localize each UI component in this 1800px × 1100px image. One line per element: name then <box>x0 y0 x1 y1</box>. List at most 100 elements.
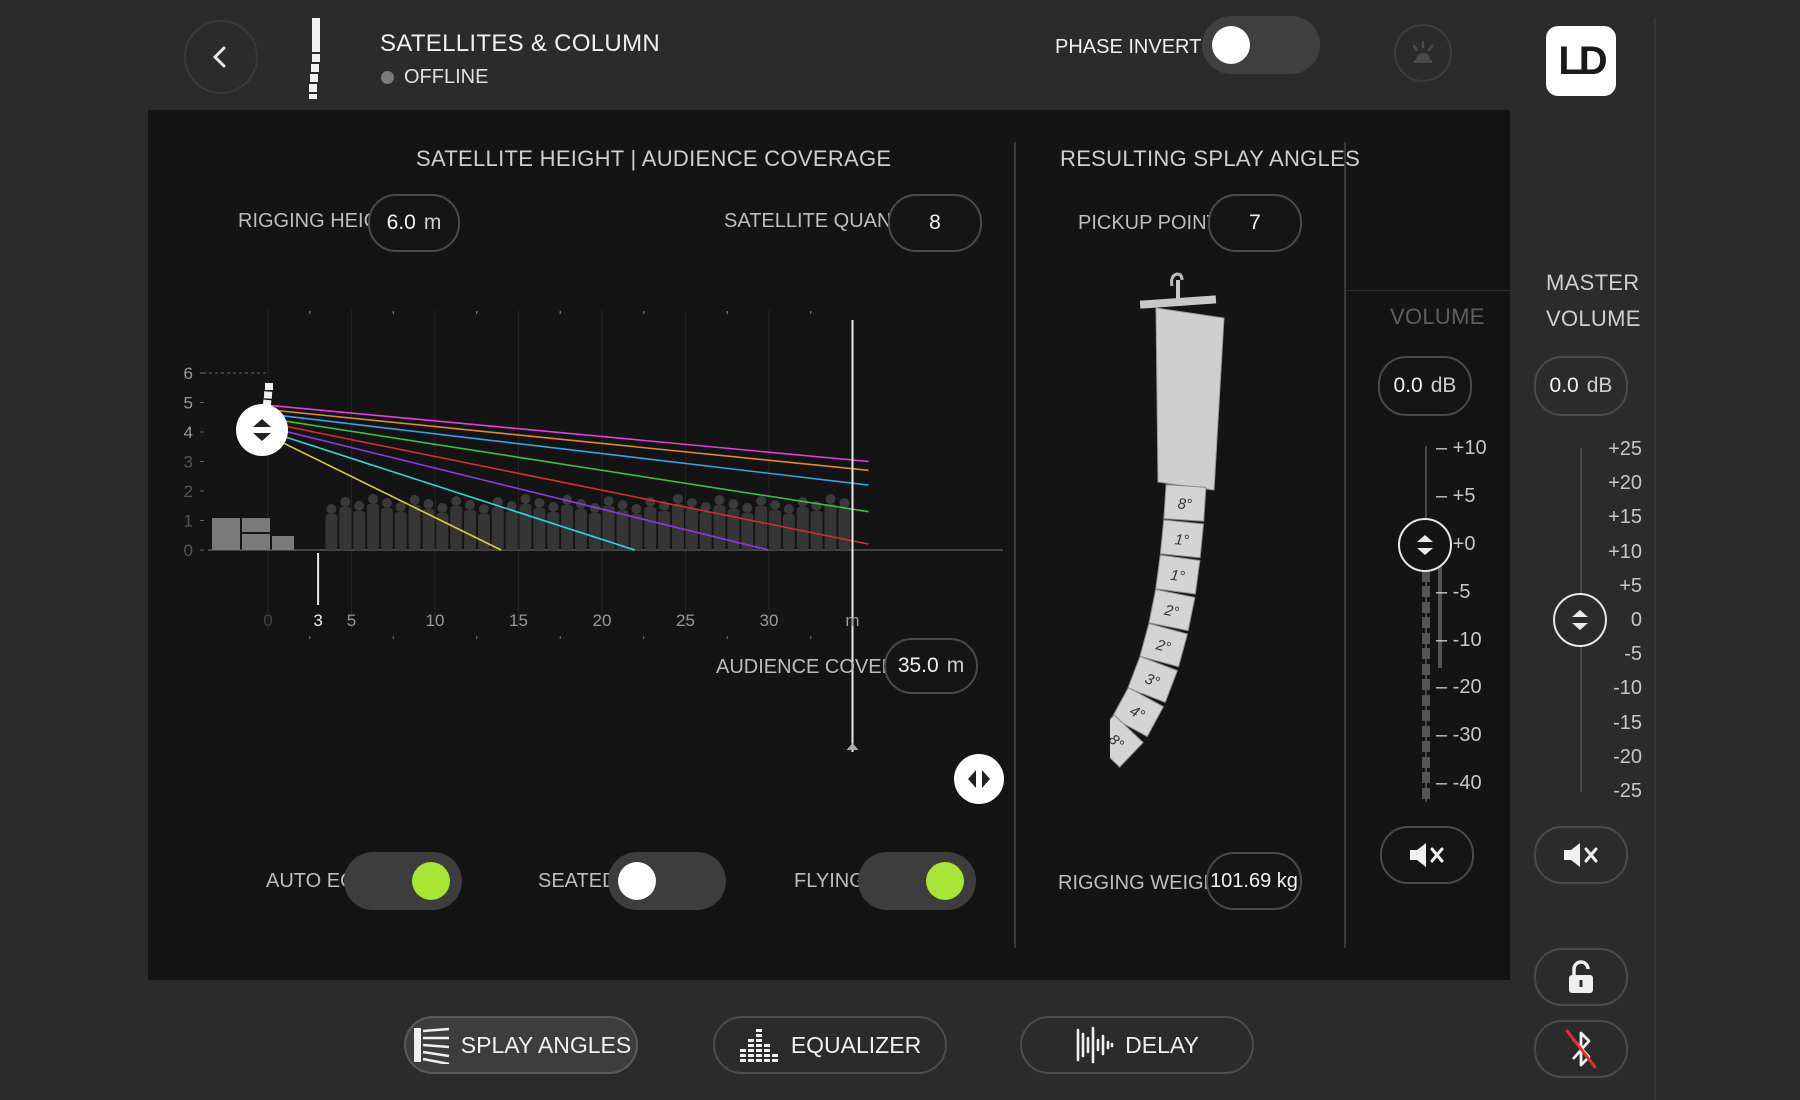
audience-figure-head <box>617 500 628 510</box>
rigging-height-field[interactable]: 6.0 m <box>368 194 460 252</box>
audience-figure-body <box>574 509 587 550</box>
audience-figure-body <box>367 504 380 550</box>
audience-figure-body <box>519 504 532 550</box>
bottom-axis-tick-label: 25 <box>676 611 695 630</box>
audience-figure-head <box>340 497 351 507</box>
audience-figure-body <box>380 508 393 550</box>
volume-field[interactable]: 0.0 dB <box>1378 356 1472 416</box>
tab-label: DELAY <box>1125 1031 1199 1058</box>
y-axis-tick-label: 6 <box>184 364 193 383</box>
volume-meter-segment <box>1422 710 1430 721</box>
tab-delay[interactable]: DELAY <box>1020 1016 1254 1074</box>
audience-figure-head <box>756 496 767 506</box>
toggle-knob <box>926 862 964 900</box>
audience-figure-body <box>796 507 809 550</box>
y-axis-tick-label: 2 <box>184 482 193 501</box>
audience-figure-head <box>395 502 406 512</box>
equalizer-icon <box>739 1029 778 1062</box>
y-axis-tick-label: 1 <box>184 512 193 531</box>
audience-figure-body <box>491 507 504 550</box>
volume-meter-segment <box>1422 586 1430 597</box>
coverage-ray <box>269 404 869 463</box>
height-slider-handle[interactable] <box>236 404 288 456</box>
satellite-quantity-value: 8 <box>929 211 941 234</box>
rigging-weight-value: 101.69 kg <box>1210 869 1298 892</box>
coverage-chart: 051015202530m01234563051015202530m <box>184 300 1003 752</box>
top-axis-tick-label: m <box>845 300 859 304</box>
audience-figure-body <box>547 512 560 550</box>
volume-mute-button[interactable] <box>1380 826 1474 884</box>
master-volume-slider-handle[interactable] <box>1553 593 1607 647</box>
bottom-marker-label: 3 <box>313 611 322 630</box>
status-text: OFFLINE <box>404 66 489 88</box>
audience-figure-head <box>409 495 420 505</box>
audience-figure-body <box>353 511 366 550</box>
master-volume-unit: dB <box>1586 374 1613 397</box>
volume-slider-handle[interactable] <box>1398 518 1452 572</box>
audience-figure-body <box>782 514 795 550</box>
right-strip-divider <box>1654 18 1656 1100</box>
bottom-axis-tick-label: m <box>845 611 859 630</box>
light-bulb-icon <box>1412 40 1434 63</box>
splay-satellite: 1° <box>1155 554 1201 595</box>
audience-figure-head <box>437 503 448 513</box>
bottom-axis-tick-label: 30 <box>760 611 779 630</box>
master-volume-label-line2: VOLUME <box>1546 306 1641 331</box>
volume-meter-segment <box>1422 694 1430 706</box>
audience-coverage-field[interactable]: 35.0 m <box>884 638 978 694</box>
audience-figure-head <box>728 499 739 509</box>
toggle-knob <box>618 862 656 900</box>
volume-scale-label: – -20 <box>1436 676 1482 698</box>
volume-meter-segment <box>1422 570 1430 582</box>
volume-meter-segment <box>1422 787 1430 799</box>
subwoofer <box>272 536 294 550</box>
identify-button[interactable] <box>1394 24 1452 82</box>
auto-eq-toggle[interactable] <box>344 852 462 910</box>
audience-figure-head <box>714 495 725 505</box>
splay-panel-title: RESULTING SPLAY ANGLES <box>1060 146 1361 171</box>
satellite-quantity-field[interactable]: 8 <box>888 194 982 252</box>
audience-figure-body <box>824 504 837 550</box>
flying-toggle[interactable] <box>858 852 976 910</box>
splay-angle-label: 1° <box>1169 567 1185 586</box>
audience-figure-head <box>520 494 531 504</box>
master-volume-field[interactable]: 0.0 dB <box>1534 356 1628 416</box>
coverage-slider-handle[interactable] <box>954 754 1004 804</box>
tab-label: EQUALIZER <box>790 1031 922 1058</box>
master-volume-label-line1: MASTER <box>1546 270 1640 295</box>
master-mute-button[interactable] <box>1534 826 1628 884</box>
volume-scale-label: – -5 <box>1436 581 1471 603</box>
volume-meter-segment <box>1422 632 1430 644</box>
tab-equalizer[interactable]: EQUALIZER <box>713 1016 947 1074</box>
divider <box>1014 142 1016 948</box>
audience-figure-head <box>326 504 337 514</box>
bluetooth-off-icon <box>1565 1029 1597 1069</box>
volume-meter-segment <box>1422 648 1430 659</box>
splay-satellite: 1° <box>1159 519 1205 559</box>
bottom-axis-tick-label: 10 <box>426 611 445 630</box>
flying-label: FLYING <box>794 870 865 892</box>
seated-toggle[interactable] <box>608 852 726 910</box>
bottom-axis-tick-label: 5 <box>347 611 356 630</box>
audience-figure-head <box>451 496 462 506</box>
audience-figure-body <box>713 505 726 550</box>
volume-meter-segment <box>1422 617 1430 628</box>
master-volume-scale-label: +15 <box>1608 506 1642 529</box>
rigging-height-unit: m <box>423 211 442 234</box>
seated-label: SEATED <box>538 870 617 892</box>
tab-splay-angles[interactable]: SPLAY ANGLES <box>404 1016 638 1074</box>
audience-figure-head <box>423 499 434 509</box>
lock-button[interactable] <box>1534 948 1628 1006</box>
audience-figure-head <box>478 504 489 514</box>
audience-figure-body <box>588 513 601 550</box>
toggle-knob <box>1212 26 1250 64</box>
top-axis-tick-label: 30 <box>760 300 779 304</box>
audience-figure-body <box>769 510 782 550</box>
phase-inverted-toggle[interactable] <box>1202 16 1320 74</box>
status-dot-icon <box>381 71 394 84</box>
back-button[interactable] <box>184 20 258 94</box>
audience-figure-body <box>505 511 518 550</box>
splay-satellite: 2° <box>1148 588 1196 632</box>
pickup-point-field[interactable]: 7 <box>1208 194 1302 252</box>
bluetooth-button[interactable] <box>1534 1020 1628 1078</box>
